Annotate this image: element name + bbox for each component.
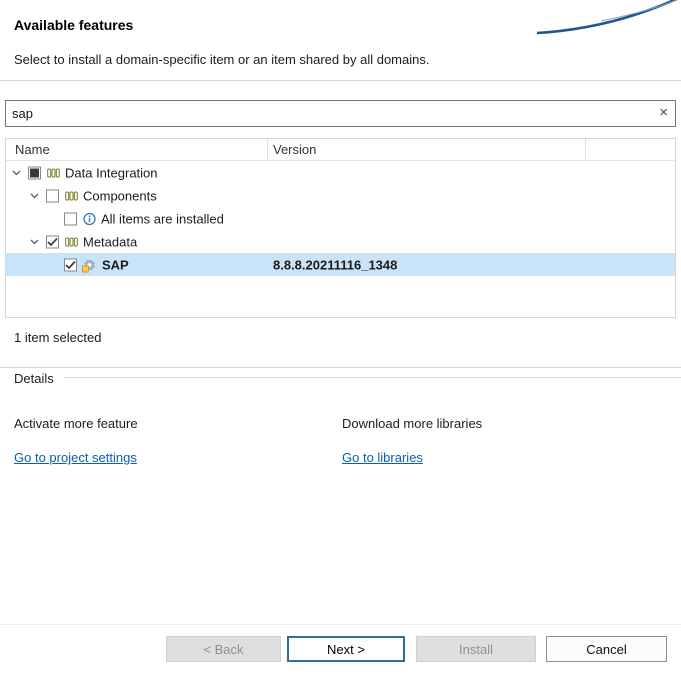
- checkbox-metadata[interactable]: [46, 235, 59, 248]
- banner-swoosh-graphic: [531, 0, 681, 39]
- column-header-name[interactable]: Name: [6, 139, 268, 160]
- tree-row-metadata[interactable]: Metadata: [6, 230, 675, 253]
- libraries-link[interactable]: Go to libraries: [342, 450, 423, 465]
- chevron-down-icon[interactable]: [12, 170, 21, 175]
- tree-row-sap[interactable]: SAP 8.8.8.20211116_1348: [6, 253, 675, 276]
- install-button[interactable]: Install: [416, 636, 536, 662]
- dialog-subtitle: Select to install a domain-specific item…: [14, 52, 429, 67]
- feature-bars-icon: [65, 190, 78, 202]
- version-cell: 8.8.8.20211116_1348: [273, 257, 397, 272]
- feature-bars-icon: [47, 167, 60, 179]
- tree-row-all-items-installed[interactable]: All items are installed: [6, 207, 675, 230]
- checkbox-sap[interactable]: [64, 258, 77, 271]
- next-button[interactable]: Next >: [287, 636, 405, 662]
- table-body: Data Integration Components All items ar…: [6, 161, 675, 317]
- tree-row-data-integration[interactable]: Data Integration: [6, 161, 675, 184]
- project-settings-link[interactable]: Go to project settings: [14, 450, 137, 465]
- activate-feature-heading: Activate more feature: [14, 416, 138, 431]
- cancel-button[interactable]: Cancel: [546, 636, 667, 662]
- clear-search-icon[interactable]: ×: [659, 105, 668, 120]
- button-bar-divider: [0, 624, 681, 625]
- tree-row-components[interactable]: Components: [6, 184, 675, 207]
- checkbox-all-items[interactable]: [64, 212, 77, 225]
- checkbox-components[interactable]: [46, 189, 59, 202]
- details-group-label: Details: [14, 371, 54, 386]
- tree-item-label: SAP: [102, 257, 129, 272]
- selection-status: 1 item selected: [14, 330, 101, 345]
- info-icon: [83, 212, 96, 225]
- header-divider: [0, 80, 681, 81]
- checkbox-data-integration[interactable]: [28, 166, 41, 179]
- chevron-down-icon[interactable]: [30, 193, 39, 198]
- chevron-down-icon[interactable]: [30, 239, 39, 244]
- tree-item-label: Components: [83, 188, 157, 203]
- dialog-title: Available features: [14, 17, 133, 33]
- details-group-etched-line: [64, 377, 681, 378]
- details-group-divider: [0, 367, 681, 368]
- column-header-version[interactable]: Version: [268, 139, 586, 160]
- download-libraries-heading: Download more libraries: [342, 416, 482, 431]
- feature-tree-table: Name Version Data Integration Components: [5, 138, 676, 318]
- feature-bars-icon: [65, 236, 78, 248]
- tree-item-label: All items are installed: [101, 211, 224, 226]
- table-header-row: Name Version: [6, 139, 675, 161]
- tree-item-label: Metadata: [83, 234, 137, 249]
- search-input[interactable]: [5, 100, 676, 127]
- back-button[interactable]: < Back: [166, 636, 281, 662]
- tree-item-label: Data Integration: [65, 165, 158, 180]
- sap-gear-icon: [82, 257, 97, 272]
